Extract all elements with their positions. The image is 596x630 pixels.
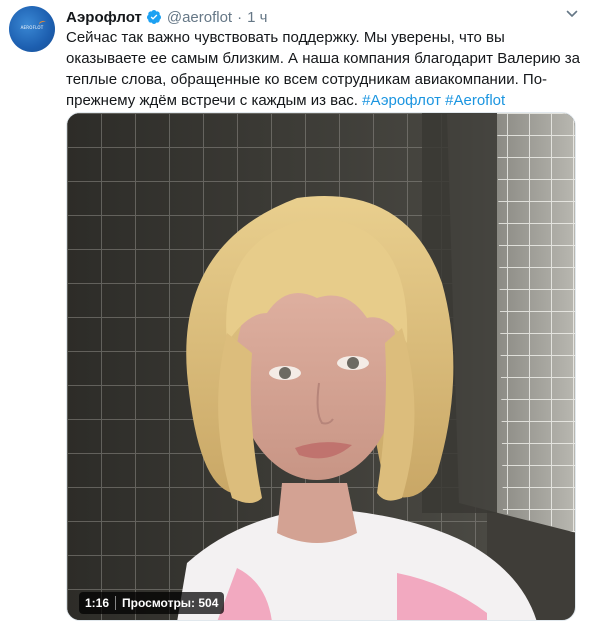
- video-view-count: Просмотры: 504: [122, 596, 219, 610]
- video-frame: [67, 113, 575, 620]
- author-handle[interactable]: @aeroflot: [167, 9, 232, 26]
- badge-divider: [115, 596, 117, 610]
- tweet-text-line: оказываете ее самым близким. А наша комп…: [66, 50, 581, 67]
- header-separator: ·: [237, 8, 243, 26]
- tweet-timestamp[interactable]: 1 ч: [247, 9, 267, 26]
- avatar[interactable]: AEROFLOT: [9, 6, 55, 52]
- tweet: AEROFLOT Аэрофлот @aeroflot · 1 ч Сейчас…: [0, 0, 596, 630]
- hashtag-link[interactable]: #Aeroflot: [445, 92, 505, 109]
- tweet-text: Сейчас так важно чувствовать поддержку. …: [66, 27, 581, 111]
- tweet-text-last-segment: прежнему ждём встречи с каждым из вас.: [66, 92, 363, 109]
- hashtag-link[interactable]: #Аэрофлот: [362, 92, 441, 109]
- video-info-badge: 1:16 Просмотры: 504: [79, 592, 225, 614]
- video-player[interactable]: 1:16 Просмотры: 504: [66, 112, 576, 621]
- tweet-text-line: теплые слова, обращенные ко всем сотрудн…: [66, 71, 548, 88]
- video-duration: 1:16: [85, 596, 110, 610]
- tweet-text-line: прежнему ждём встречи с каждым из вас. #…: [66, 90, 576, 111]
- tweet-text-line: Сейчас так важно чувствовать поддержку. …: [66, 29, 505, 46]
- author-name[interactable]: Аэрофлот: [66, 9, 142, 26]
- verified-badge-icon: [146, 10, 161, 24]
- chevron-down-icon[interactable]: [566, 8, 578, 20]
- tweet-header: Аэрофлот @aeroflot · 1 ч: [66, 7, 267, 27]
